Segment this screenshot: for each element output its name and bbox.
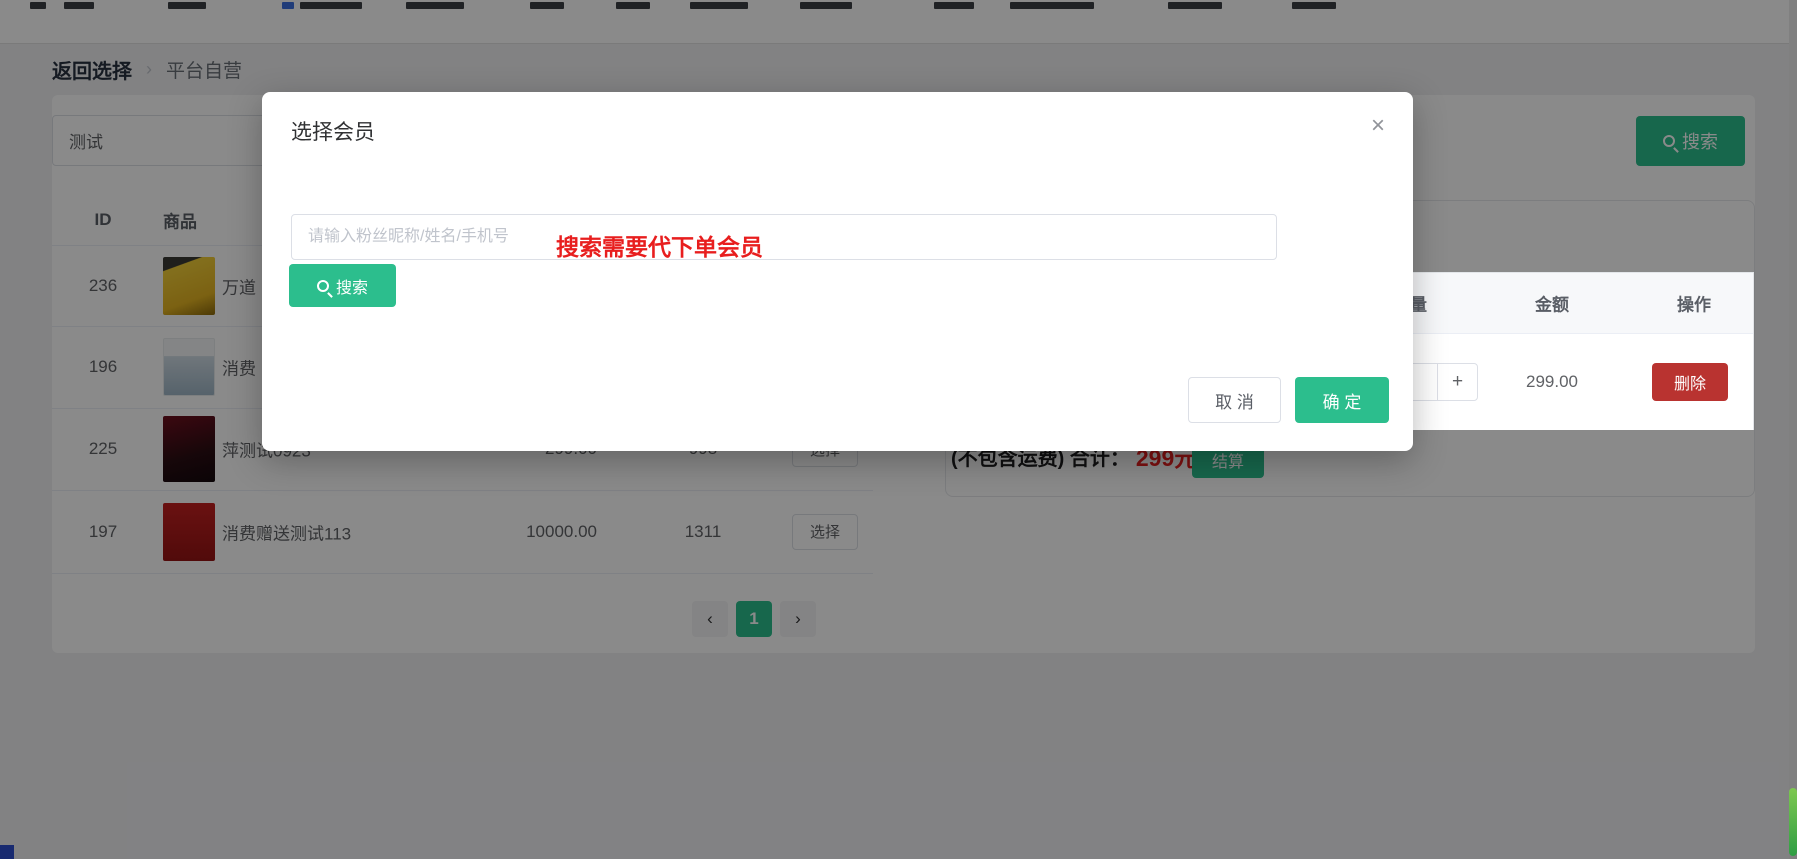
action-column-header: 操作	[1654, 291, 1734, 316]
screen: 返回选择 › 平台自营 搜索 ID 商品 236 万道 196 消费 225 萍…	[0, 0, 1797, 859]
dialog-search-label: 搜索	[336, 274, 368, 298]
amount-column-header: 金额	[1512, 291, 1592, 316]
member-dialog: 选择会员 × 搜索需要代下单会员 搜索 取 消 确 定	[262, 92, 1413, 451]
search-icon	[317, 280, 329, 292]
cart-item-amount: 299.00	[1492, 363, 1612, 401]
confirm-button[interactable]: 确 定	[1295, 377, 1389, 423]
close-icon[interactable]: ×	[1362, 110, 1394, 142]
dialog-search-button[interactable]: 搜索	[289, 264, 396, 307]
member-search-input[interactable]	[291, 214, 1277, 260]
delete-cart-item-button[interactable]: 删除	[1652, 363, 1728, 401]
scrollbar-thumb[interactable]	[1789, 788, 1797, 856]
dialog-title: 选择会员	[291, 116, 375, 146]
annotation-text: 搜索需要代下单会员	[556, 228, 763, 262]
cancel-button[interactable]: 取 消	[1188, 377, 1281, 423]
qty-increase-button[interactable]: +	[1437, 364, 1477, 400]
